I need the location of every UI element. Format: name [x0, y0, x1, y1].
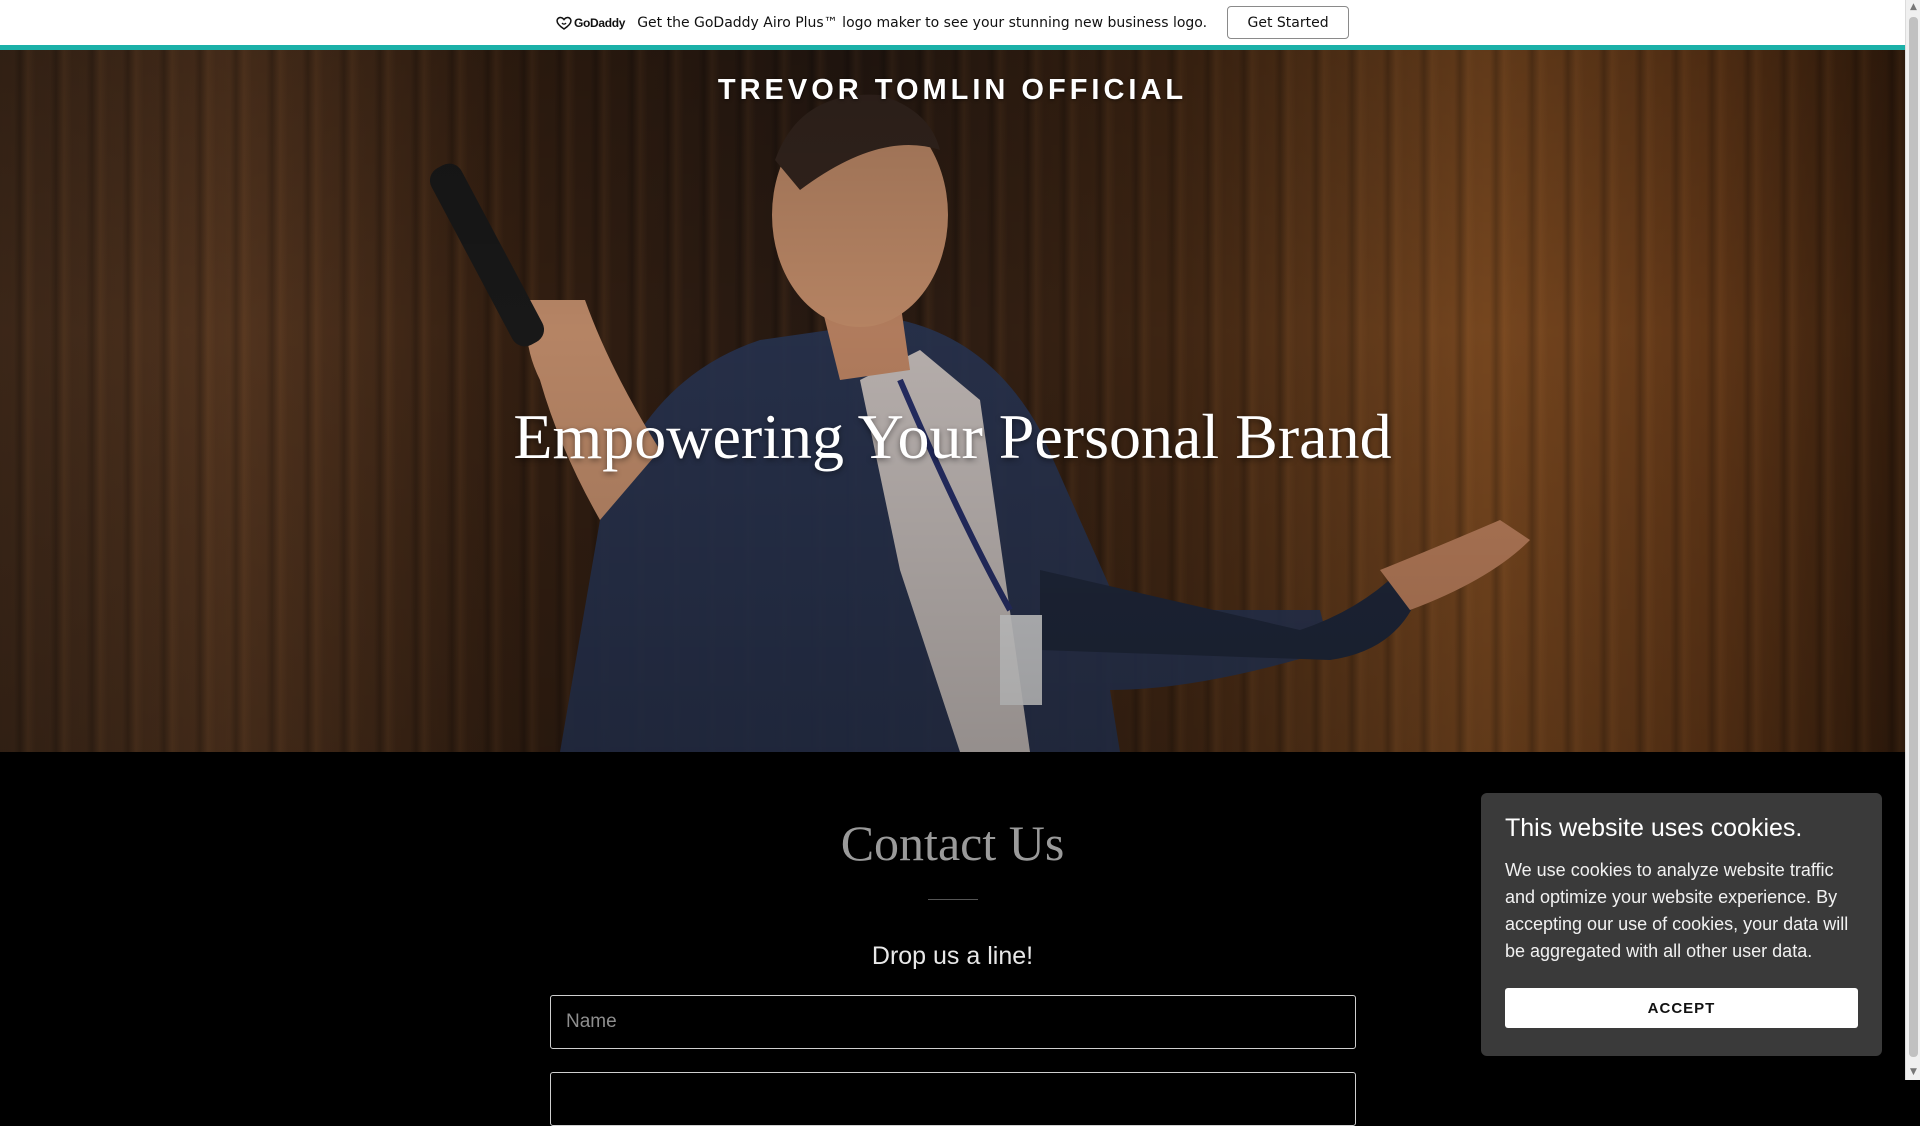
godaddy-logo: GoDaddy	[556, 16, 625, 30]
cookie-body: We use cookies to analyze website traffi…	[1505, 859, 1849, 961]
promo-message: Get the GoDaddy Airo Plus™ logo maker to…	[637, 14, 1208, 31]
page-scrollbar[interactable]: ▲ ▼	[1905, 0, 1920, 1080]
site-title[interactable]: TREVOR TOMLIN OFFICIAL	[0, 74, 1905, 107]
email-input[interactable]	[550, 1072, 1356, 1126]
godaddy-logo-text: GoDaddy	[573, 15, 626, 30]
name-input[interactable]	[550, 995, 1356, 1049]
promo-banner: GoDaddy Get the GoDaddy Airo Plus™ logo …	[0, 0, 1905, 45]
accept-cookies-button[interactable]: ACCEPT	[1505, 988, 1858, 1028]
scrollbar-thumb[interactable]	[1909, 17, 1918, 1057]
hero-heading: Empowering Your Personal Brand	[513, 401, 1392, 472]
godaddy-heart-icon	[556, 16, 572, 30]
contact-divider	[928, 899, 978, 900]
get-started-button[interactable]: Get Started	[1227, 6, 1350, 39]
cookie-notice: This website uses cookies. We use cookie…	[1481, 793, 1882, 1056]
hero-section: TREVOR TOMLIN OFFICIAL Empowering Your P…	[0, 50, 1905, 752]
scroll-up-icon[interactable]: ▲	[1906, 0, 1920, 15]
scroll-down-icon[interactable]: ▼	[1906, 1065, 1920, 1080]
cookie-title: This website uses cookies.	[1505, 814, 1803, 842]
